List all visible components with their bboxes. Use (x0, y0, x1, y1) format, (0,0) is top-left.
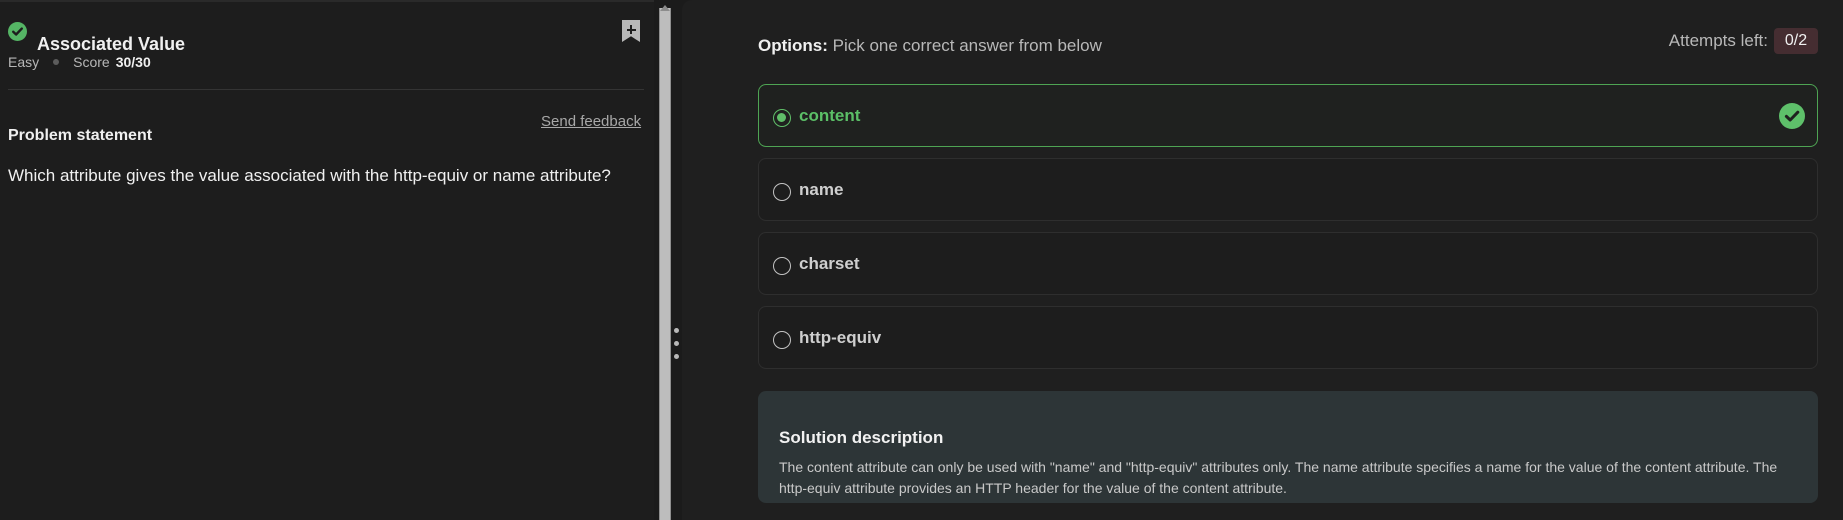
answer-option-label: charset (799, 254, 860, 273)
solution-text: The content attribute can only be used w… (779, 459, 1778, 496)
problem-statement-heading: Problem statement (8, 127, 153, 145)
problem-statement-text: Which attribute gives the value associat… (8, 166, 611, 185)
problem-divider (8, 89, 644, 90)
send-feedback-link[interactable]: Send feedback (541, 111, 641, 133)
resize-dot (674, 328, 679, 333)
panel-resize-handle[interactable] (671, 326, 681, 366)
score-value: 30/30 (115, 54, 151, 70)
attempts-left: Attempts left: 0/2 (1669, 28, 1818, 54)
resize-dot (674, 354, 679, 359)
answer-radio[interactable] (773, 331, 791, 349)
problem-title-row: Associated Value (8, 20, 644, 54)
answer-option-http-equiv[interactable]: http-equiv (758, 306, 1818, 369)
meta-separator (53, 59, 60, 65)
answer-option-content[interactable]: content (758, 84, 1818, 147)
answer-option-name[interactable]: name (758, 158, 1818, 221)
options-title: Options: (758, 36, 828, 55)
answer-option-label: name (799, 180, 844, 199)
score-label: Score (73, 54, 110, 70)
up-arrow-icon[interactable] (660, 5, 670, 11)
answer-option-charset[interactable]: charset (758, 232, 1818, 295)
answer-radio[interactable] (773, 109, 791, 127)
quiz-screen: Associated Value Easy Score 30/30 Proble… (0, 0, 1843, 520)
options-instruction: Pick one correct answer from below (832, 36, 1102, 55)
options-header: Options: Pick one correct answer from be… (758, 34, 1102, 58)
vertical-scrollbar[interactable] (659, 8, 671, 520)
answer-radio[interactable] (773, 183, 791, 201)
completed-check-icon (8, 22, 27, 41)
answer-option-label: http-equiv (799, 328, 882, 347)
problem-panel: Associated Value Easy Score 30/30 Proble… (0, 0, 654, 520)
attempts-label: Attempts left: (1668, 31, 1768, 50)
attempts-badge: 0/2 (1774, 28, 1818, 54)
solution-title: Solution description (779, 428, 944, 448)
difficulty-label: Easy (8, 54, 40, 70)
solution-description-box: Solution description The content attribu… (758, 391, 1818, 503)
answer-radio[interactable] (773, 257, 791, 275)
answer-option-label: content (799, 106, 861, 125)
problem-meta: Easy Score 30/30 (8, 53, 151, 71)
answer-panel: Options: Pick one correct answer from be… (682, 0, 1843, 520)
bookmark-add-icon[interactable] (622, 20, 640, 42)
resize-dot (674, 341, 679, 346)
correct-check-icon (1779, 103, 1805, 129)
